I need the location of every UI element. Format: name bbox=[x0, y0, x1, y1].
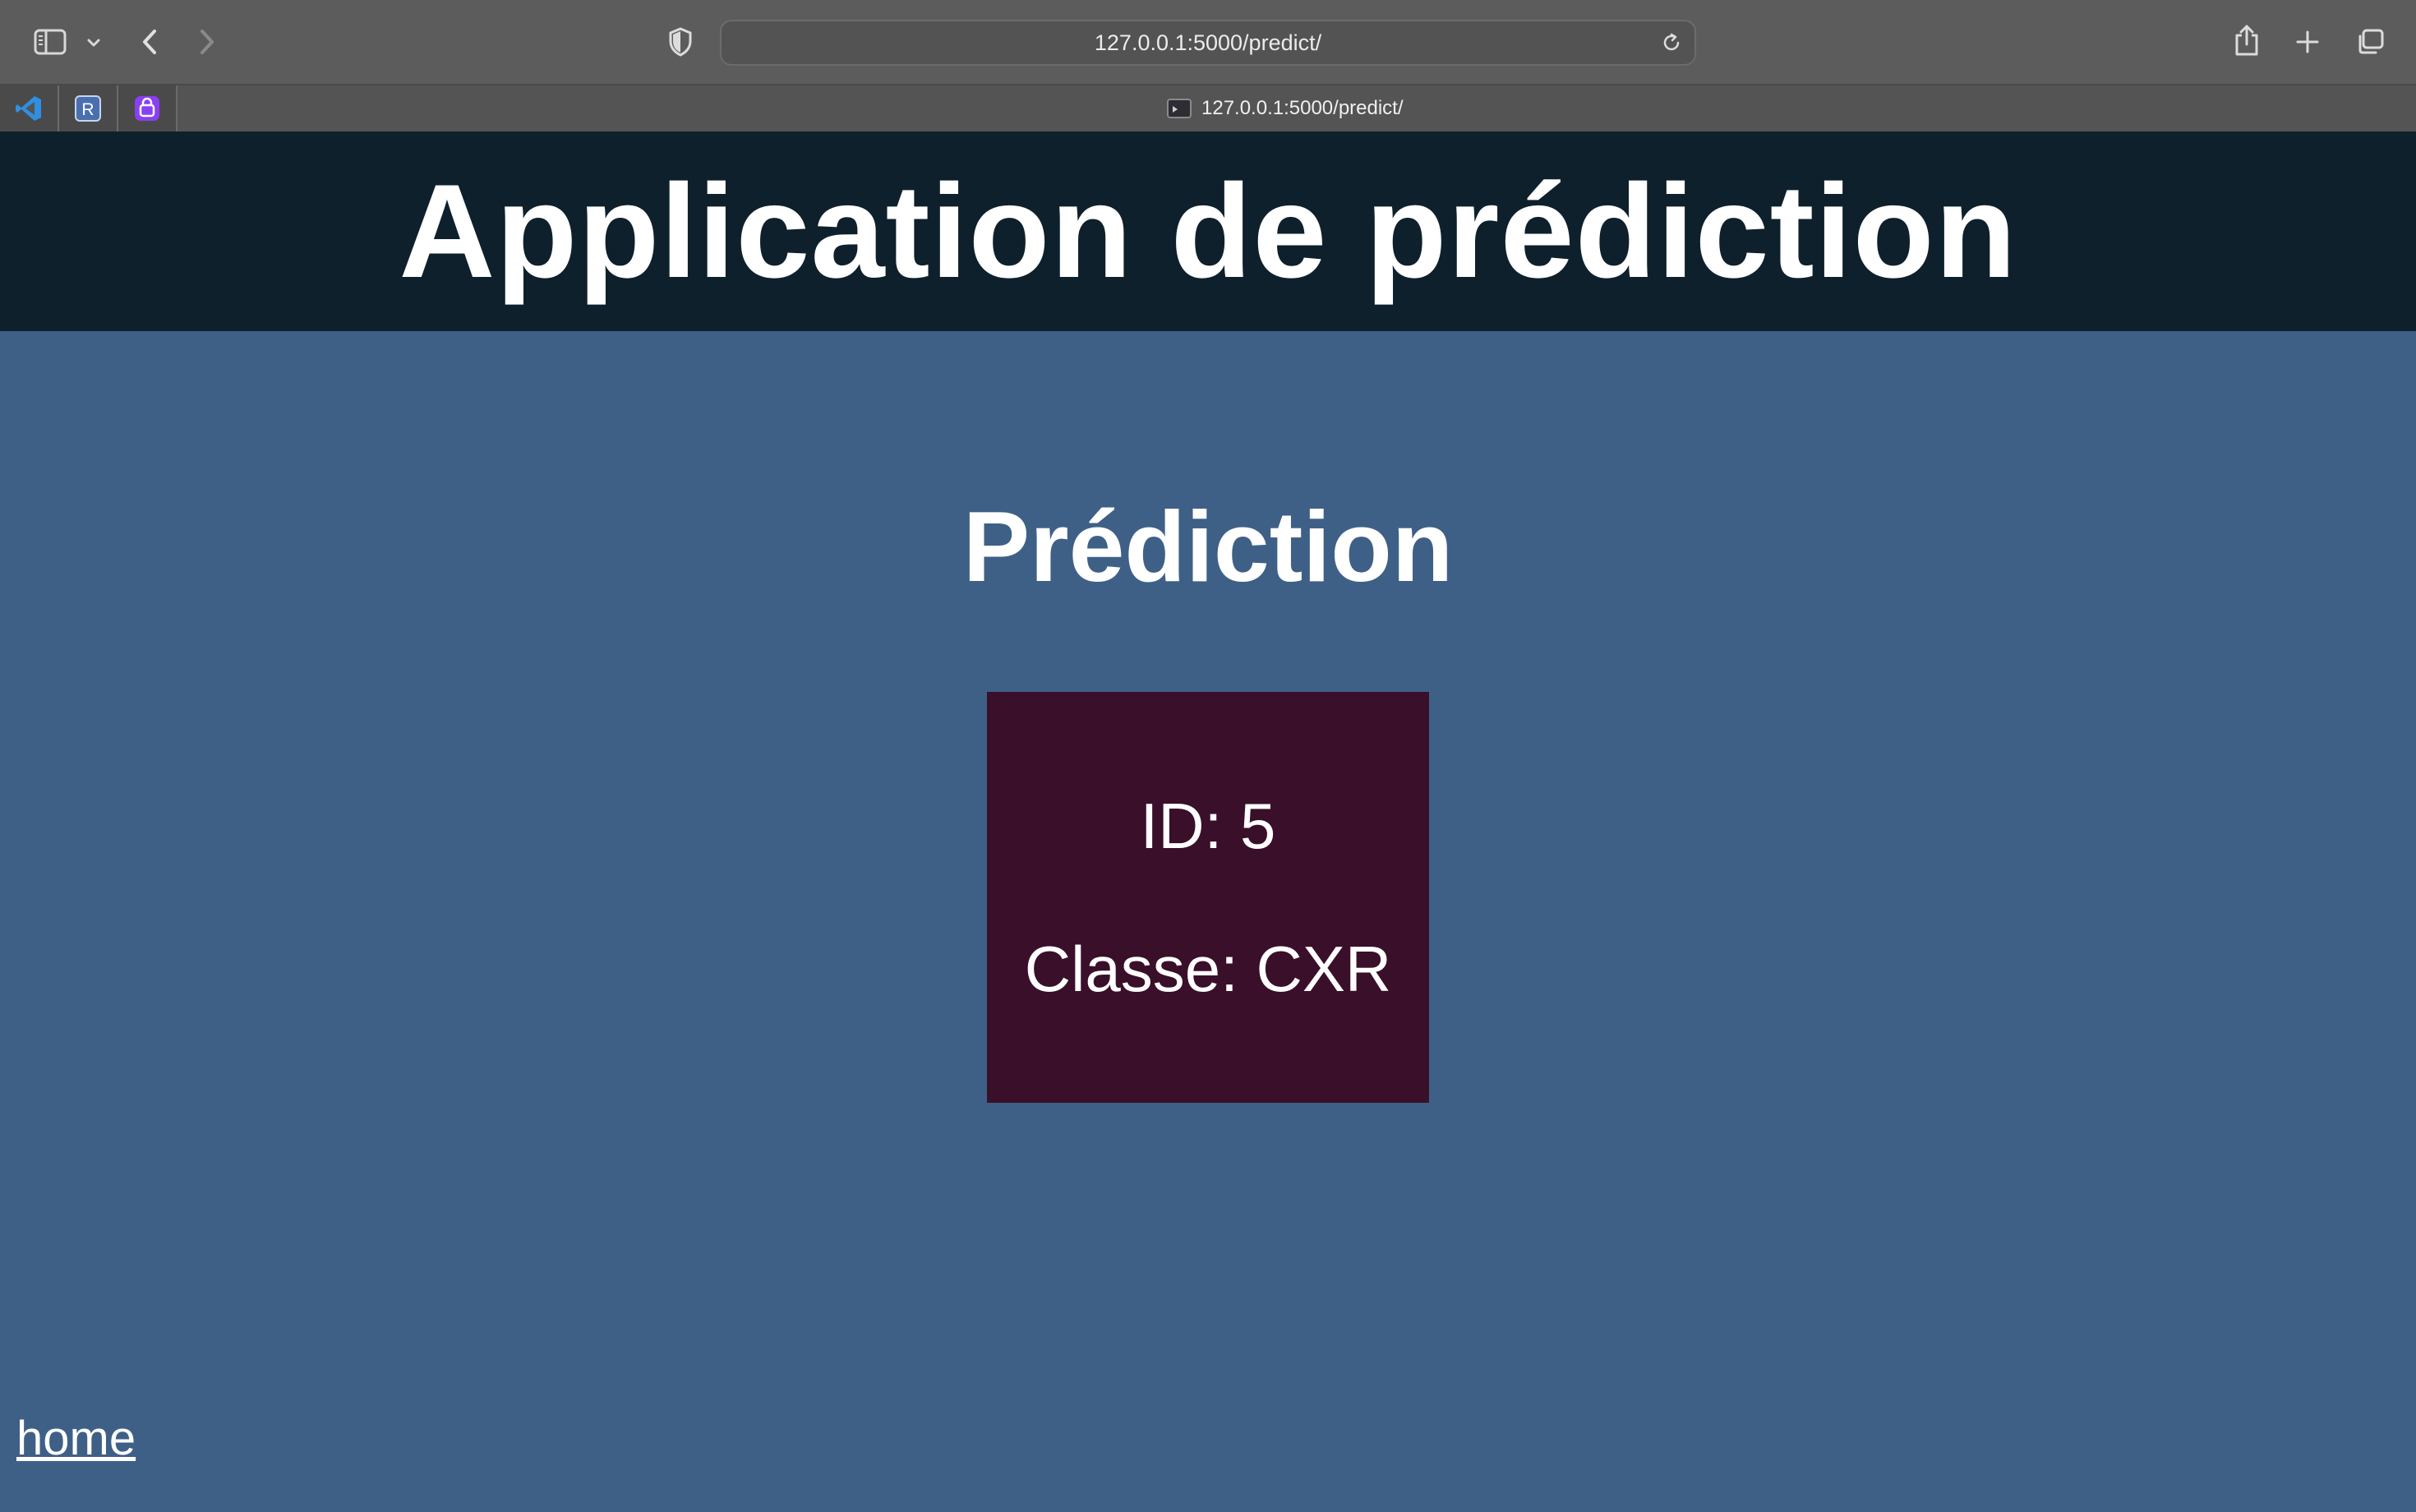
sidebar-menu-button[interactable] bbox=[82, 31, 105, 54]
sidebar-toggle-button[interactable] bbox=[31, 25, 69, 59]
prediction-result-card: ID: 5 Classe: CXR bbox=[987, 692, 1429, 1103]
sidebar-icon bbox=[34, 29, 67, 55]
new-tab-button[interactable] bbox=[2291, 25, 2324, 59]
chevron-left-icon bbox=[143, 30, 156, 54]
active-tab[interactable]: 127.0.0.1:5000/predict/ bbox=[1167, 85, 1404, 131]
browser-toolbar: 127.0.0.1:5000/predict/ bbox=[0, 0, 2416, 84]
url-text[interactable]: 127.0.0.1:5000/predict/ bbox=[722, 21, 1694, 64]
shield-icon bbox=[669, 27, 692, 57]
page-header: Application de prédiction bbox=[0, 131, 2416, 331]
pinned-tab-vscode[interactable] bbox=[0, 85, 59, 131]
tab-overview-button[interactable] bbox=[2352, 25, 2388, 59]
svg-text:R: R bbox=[81, 100, 94, 119]
page-title: Application de prédiction bbox=[399, 156, 2017, 306]
r-icon: R bbox=[75, 95, 101, 122]
chevron-down-icon bbox=[87, 39, 100, 47]
home-link[interactable]: home bbox=[16, 1415, 136, 1463]
terminal-icon bbox=[1167, 99, 1192, 118]
section-heading: Prédiction bbox=[962, 491, 1454, 602]
reload-icon bbox=[1663, 33, 1680, 51]
pinned-tab-r[interactable]: R bbox=[59, 85, 118, 131]
pinned-tab-proton[interactable] bbox=[118, 85, 178, 131]
tab-bar: R 127.0.0.1:5000/predict/ bbox=[0, 84, 2416, 131]
result-id: ID: 5 bbox=[1140, 790, 1276, 862]
address-bar[interactable]: 127.0.0.1:5000/predict/ bbox=[720, 20, 1696, 66]
privacy-report-button[interactable] bbox=[664, 25, 697, 59]
plus-icon bbox=[2296, 30, 2319, 53]
chevron-right-icon bbox=[201, 30, 214, 54]
forward-button[interactable] bbox=[192, 25, 222, 59]
tab-overview-icon bbox=[2358, 29, 2384, 54]
share-icon bbox=[2235, 25, 2258, 56]
vscode-icon bbox=[16, 96, 41, 121]
share-button[interactable] bbox=[2230, 21, 2263, 59]
proton-vpn-icon bbox=[135, 96, 159, 121]
result-class: Classe: CXR bbox=[1024, 933, 1392, 1005]
reload-button[interactable] bbox=[1660, 31, 1683, 58]
tab-title: 127.0.0.1:5000/predict/ bbox=[1201, 97, 1404, 119]
back-button[interactable] bbox=[135, 25, 164, 59]
